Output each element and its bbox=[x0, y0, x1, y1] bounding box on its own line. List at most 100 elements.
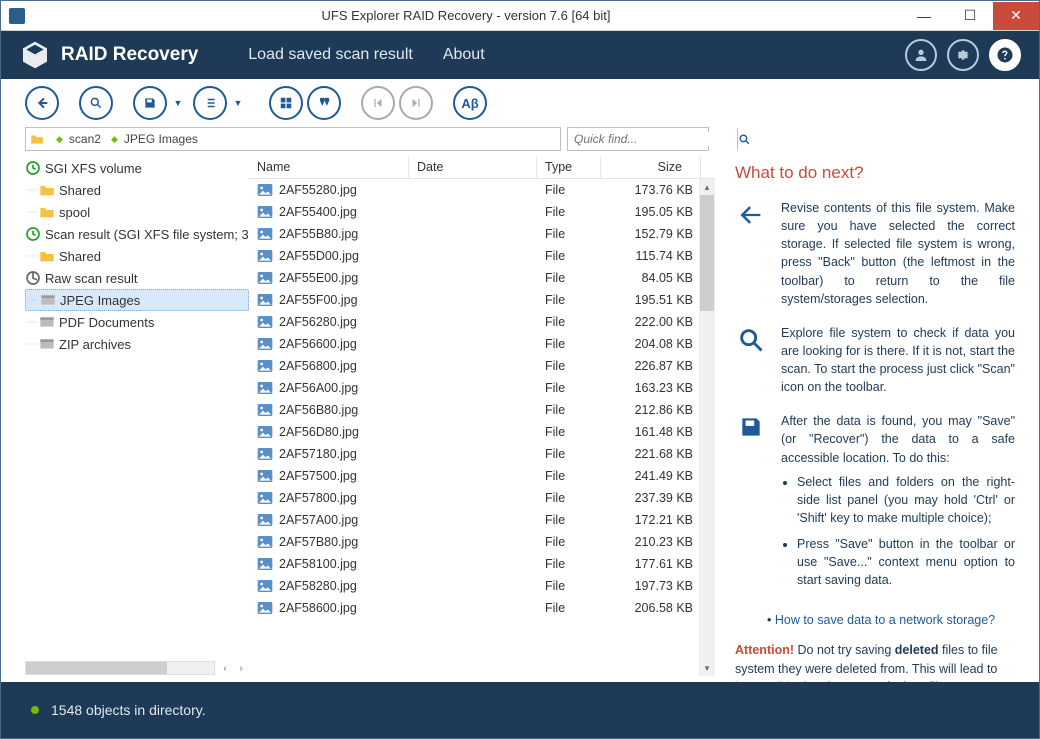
tree-item-label: Shared bbox=[59, 183, 101, 198]
search-input[interactable] bbox=[568, 132, 737, 146]
tree-item-label: PDF Documents bbox=[59, 315, 154, 330]
tree-item[interactable]: ⋯Shared bbox=[25, 245, 249, 267]
folder-icon bbox=[39, 182, 55, 198]
file-row[interactable]: 2AF57180.jpgFile221.68 KB bbox=[249, 443, 715, 465]
maximize-button[interactable]: ☐ bbox=[947, 2, 993, 30]
cat-icon bbox=[39, 314, 55, 330]
menu-load-saved[interactable]: Load saved scan result bbox=[248, 46, 413, 64]
breadcrumb-seg1: scan2 bbox=[69, 132, 101, 146]
font-size-button[interactable]: Aβ bbox=[453, 86, 487, 120]
help-link-network-storage[interactable]: How to save data to a network storage? bbox=[781, 613, 1015, 627]
list-mode-button[interactable] bbox=[193, 86, 227, 120]
file-list-header: Name Date Type Size bbox=[249, 157, 715, 179]
brand-label: RAID Recovery bbox=[61, 44, 198, 66]
save-dropdown[interactable]: ▼ bbox=[173, 98, 183, 108]
file-list: Name Date Type Size 2AF55280.jpgFile173.… bbox=[249, 157, 715, 676]
tree-item[interactable]: Scan result (SGI XFS file system; 3.72 G… bbox=[25, 223, 249, 245]
tree-item[interactable]: ⋯Shared bbox=[25, 179, 249, 201]
tree-item[interactable]: ⋯PDF Documents bbox=[25, 311, 249, 333]
image-icon bbox=[257, 447, 273, 461]
image-icon bbox=[257, 579, 273, 593]
folder-icon bbox=[39, 204, 55, 220]
file-row[interactable]: 2AF58100.jpgFile177.61 KB bbox=[249, 553, 715, 575]
image-icon bbox=[257, 469, 273, 483]
list-dropdown[interactable]: ▼ bbox=[233, 98, 243, 108]
hint-revise: Revise contents of this file system. Mak… bbox=[781, 199, 1015, 308]
menu-about[interactable]: About bbox=[443, 46, 485, 64]
next-button[interactable] bbox=[399, 86, 433, 120]
file-row[interactable]: 2AF55400.jpgFile195.05 KB bbox=[249, 201, 715, 223]
image-icon bbox=[257, 381, 273, 395]
app-icon bbox=[9, 8, 25, 24]
tree-item-label: Raw scan result bbox=[45, 271, 137, 286]
col-name[interactable]: Name bbox=[249, 157, 409, 178]
prev-button[interactable] bbox=[361, 86, 395, 120]
image-icon bbox=[257, 601, 273, 615]
tree-item[interactable]: ⋯JPEG Images bbox=[25, 289, 249, 311]
file-row[interactable]: 2AF56A00.jpgFile163.23 KB bbox=[249, 377, 715, 399]
file-row[interactable]: 2AF56B80.jpgFile212.86 KB bbox=[249, 399, 715, 421]
col-type[interactable]: Type bbox=[537, 157, 601, 178]
image-icon bbox=[257, 315, 273, 329]
image-icon bbox=[257, 491, 273, 505]
image-icon bbox=[257, 359, 273, 373]
help-icon[interactable] bbox=[989, 39, 1021, 71]
minimize-button[interactable]: — bbox=[901, 2, 947, 30]
file-row[interactable]: 2AF57800.jpgFile237.39 KB bbox=[249, 487, 715, 509]
image-icon bbox=[257, 293, 273, 307]
col-date[interactable]: Date bbox=[409, 157, 537, 178]
user-icon[interactable] bbox=[905, 39, 937, 71]
file-row[interactable]: 2AF58600.jpgFile206.58 KB bbox=[249, 597, 715, 619]
breadcrumb[interactable]: ◆ scan2 ◆ JPEG Images bbox=[25, 127, 561, 151]
scan-button[interactable] bbox=[79, 86, 113, 120]
window-title: UFS Explorer RAID Recovery - version 7.6… bbox=[31, 8, 901, 23]
raid-icon bbox=[19, 39, 51, 71]
tree-hscroll[interactable]: ‹ › bbox=[25, 660, 249, 676]
file-row[interactable]: 2AF55F00.jpgFile195.51 KB bbox=[249, 289, 715, 311]
tree-item[interactable]: ⋯ZIP archives bbox=[25, 333, 249, 355]
image-icon bbox=[257, 513, 273, 527]
tree-item-label: SGI XFS volume bbox=[45, 161, 142, 176]
file-list-vscroll[interactable]: ▴ ▾ bbox=[699, 179, 715, 676]
tree-item[interactable]: ⋯spool bbox=[25, 201, 249, 223]
search-box bbox=[567, 127, 709, 151]
tree-item[interactable]: Raw scan result bbox=[25, 267, 249, 289]
image-icon bbox=[257, 183, 273, 197]
close-button[interactable]: ✕ bbox=[993, 2, 1039, 30]
file-row[interactable]: 2AF57500.jpgFile241.49 KB bbox=[249, 465, 715, 487]
find-button[interactable] bbox=[307, 86, 341, 120]
file-row[interactable]: 2AF56D80.jpgFile161.48 KB bbox=[249, 421, 715, 443]
gear-icon[interactable] bbox=[947, 39, 979, 71]
cat-icon bbox=[39, 336, 55, 352]
image-icon bbox=[257, 535, 273, 549]
save-button[interactable] bbox=[133, 86, 167, 120]
image-icon bbox=[257, 227, 273, 241]
file-row[interactable]: 2AF58280.jpgFile197.73 KB bbox=[249, 575, 715, 597]
statusbar: 1548 objects in directory. bbox=[1, 682, 1039, 738]
file-row[interactable]: 2AF56600.jpgFile204.08 KB bbox=[249, 333, 715, 355]
toolbar: ▼ ▼ Aβ bbox=[1, 79, 1039, 125]
help-title: What to do next? bbox=[735, 163, 1015, 183]
tree-item-label: spool bbox=[59, 205, 90, 220]
image-icon bbox=[257, 271, 273, 285]
hint-save: After the data is found, you may "Save" … bbox=[781, 412, 1015, 597]
tree-item[interactable]: SGI XFS volume bbox=[25, 157, 249, 179]
file-row[interactable]: 2AF57B80.jpgFile210.23 KB bbox=[249, 531, 715, 553]
file-row[interactable]: 2AF55E00.jpgFile84.05 KB bbox=[249, 267, 715, 289]
tree-item-label: Scan result (SGI XFS file system; 3.72 G… bbox=[45, 227, 249, 242]
image-icon bbox=[257, 557, 273, 571]
file-row[interactable]: 2AF57A00.jpgFile172.21 KB bbox=[249, 509, 715, 531]
file-row[interactable]: 2AF55280.jpgFile173.76 KB bbox=[249, 179, 715, 201]
back-button[interactable] bbox=[25, 86, 59, 120]
titlebar: UFS Explorer RAID Recovery - version 7.6… bbox=[1, 1, 1039, 31]
col-size[interactable]: Size bbox=[601, 157, 701, 178]
file-row[interactable]: 2AF55D00.jpgFile115.74 KB bbox=[249, 245, 715, 267]
image-icon bbox=[257, 337, 273, 351]
search-icon bbox=[735, 324, 767, 397]
file-row[interactable]: 2AF56800.jpgFile226.87 KB bbox=[249, 355, 715, 377]
back-arrow-icon bbox=[735, 199, 767, 308]
breadcrumb-seg2: JPEG Images bbox=[124, 132, 198, 146]
grid-view-button[interactable] bbox=[269, 86, 303, 120]
file-row[interactable]: 2AF55B80.jpgFile152.79 KB bbox=[249, 223, 715, 245]
file-row[interactable]: 2AF56280.jpgFile222.00 KB bbox=[249, 311, 715, 333]
